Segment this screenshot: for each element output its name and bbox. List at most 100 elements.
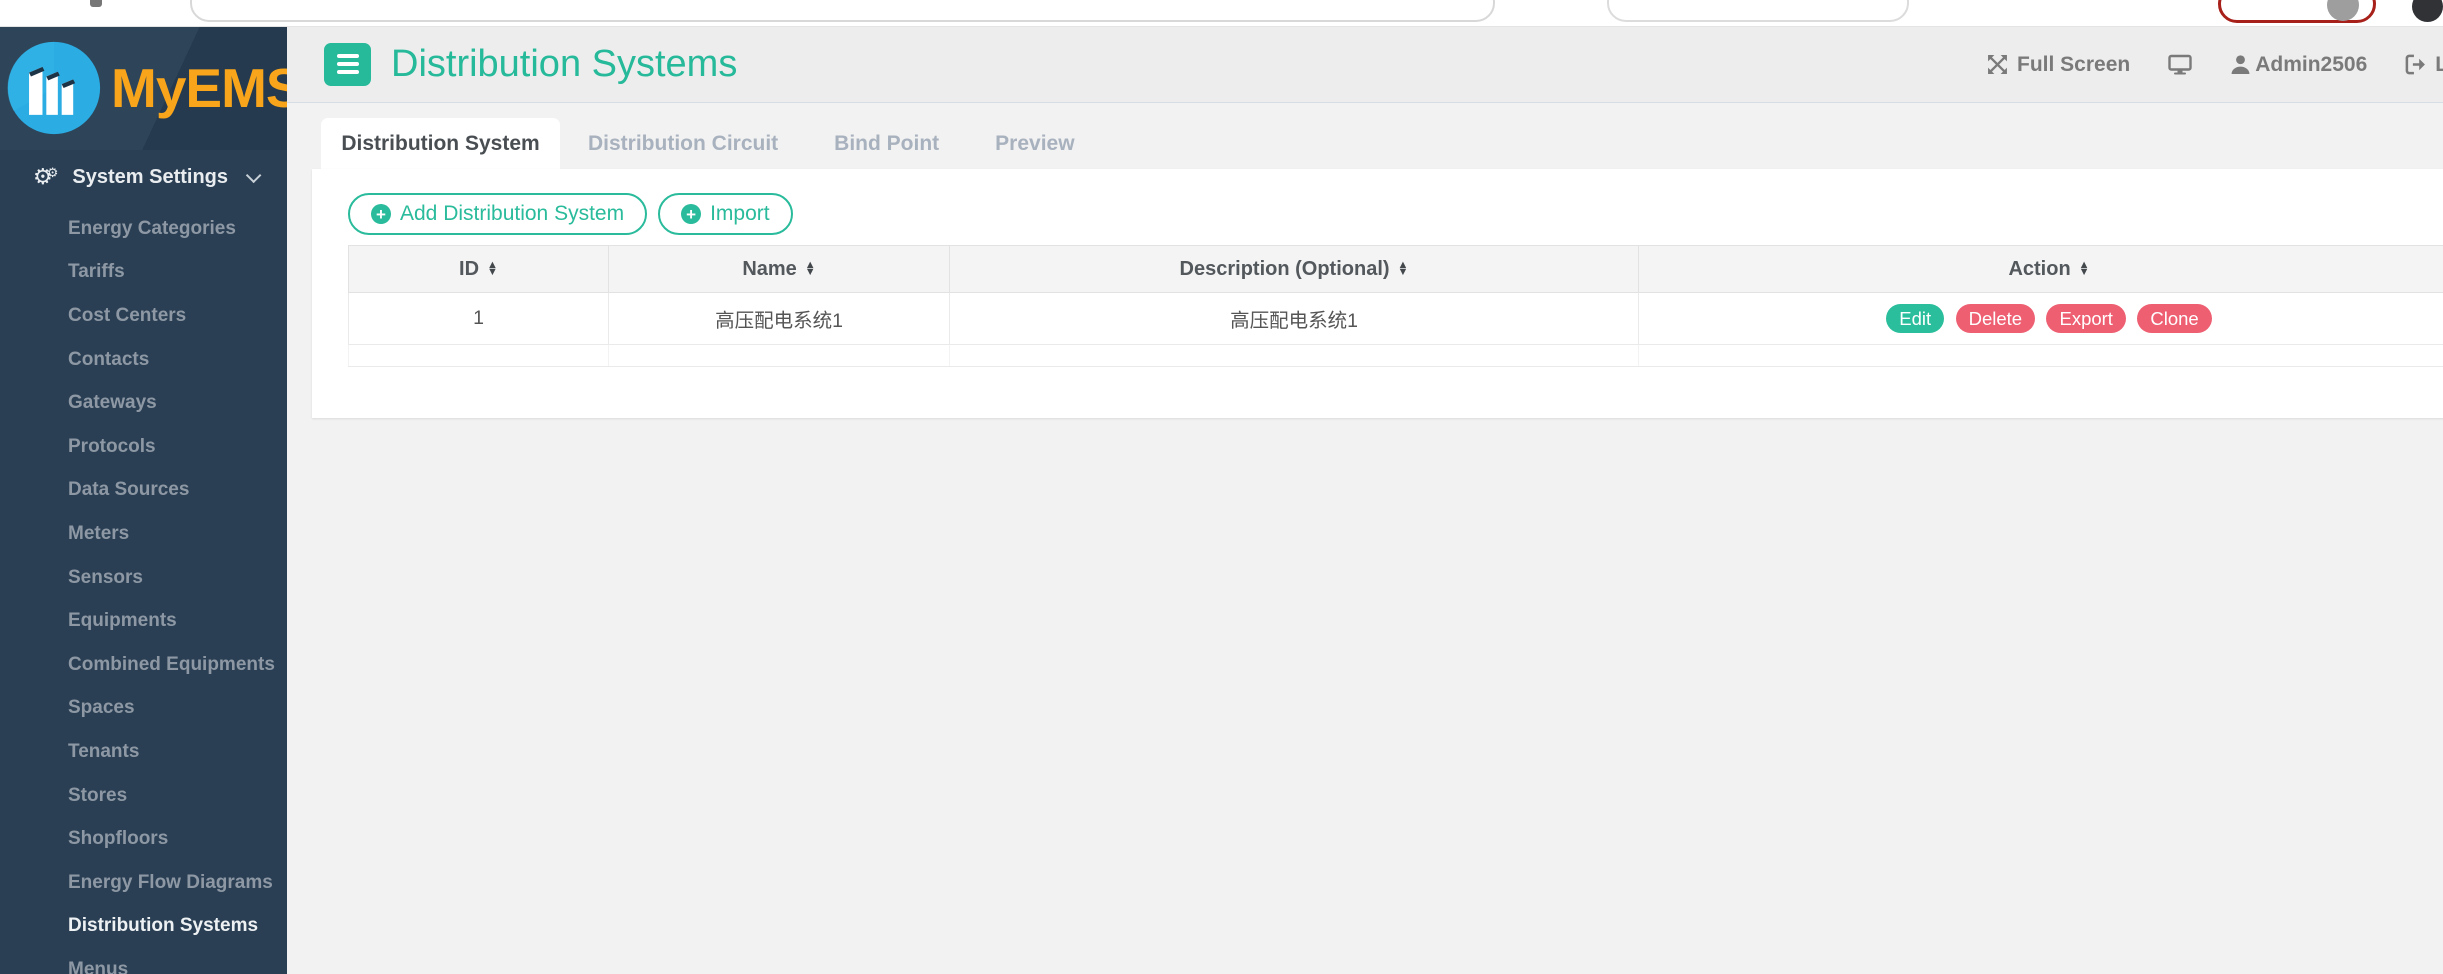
browser-chrome (0, 0, 2443, 27)
chevron-down-icon (246, 167, 262, 183)
hamburger-icon (337, 54, 359, 58)
edit-button[interactable]: Edit (1886, 304, 1944, 333)
sidebar-item-energy-flow-diagrams[interactable]: Energy Flow Diagrams (0, 861, 287, 905)
import-button[interactable]: Import (658, 193, 793, 235)
browser-address-bar[interactable] (190, 0, 1495, 22)
table-row: 1 高压配电系统1 高压配电系统1 Edit Delete Export Clo… (349, 293, 2443, 345)
sidebar-item-spaces[interactable]: Spaces (0, 687, 287, 731)
sidebar-item-label: Protocols (68, 436, 156, 458)
top-nav: Distribution Systems Full Screen (287, 26, 2443, 103)
myems-logo-icon (6, 40, 102, 136)
tab-distribution-circuit[interactable]: Distribution Circuit (560, 118, 806, 169)
sidebar-item-label: Data Sources (68, 479, 189, 501)
delete-button[interactable]: Delete (1956, 304, 2035, 333)
browser-account-icon[interactable] (2412, 0, 2443, 22)
sidebar-item-label: Combined Equipments (68, 654, 275, 676)
tab-label: Distribution Circuit (588, 132, 778, 156)
logout-button[interactable]: Logout (2405, 53, 2443, 77)
sidebar-item-label: Cost Centers (68, 305, 186, 327)
add-distribution-system-button[interactable]: Add Distribution System (348, 193, 647, 235)
sort-icon (2079, 262, 2090, 275)
top-nav-actions: Full Screen Admin2506 (1987, 26, 2443, 103)
content-card: Add Distribution System Import ID Name D… (312, 169, 2443, 418)
logout-label: Logout (2435, 53, 2443, 77)
sidebar-item-contacts[interactable]: Contacts (0, 338, 287, 382)
monitor-icon (2168, 54, 2192, 75)
cell-description: 高压配电系统1 (950, 293, 1639, 345)
tab-bar: Distribution System Distribution Circuit… (321, 118, 1103, 169)
sidebar-item-cost-centers[interactable]: Cost Centers (0, 294, 287, 338)
user-menu[interactable]: Admin2506 (2230, 53, 2367, 77)
plus-circle-icon (681, 204, 701, 224)
menu-toggle-button[interactable] (324, 43, 371, 86)
table-header-row: ID Name Description (Optional) Action (349, 246, 2443, 293)
expand-icon (1987, 54, 2008, 75)
column-label: Action (2008, 258, 2070, 281)
fullscreen-label: Full Screen (2017, 53, 2130, 77)
sort-icon (805, 262, 816, 275)
sidebar-item-energy-categories[interactable]: Energy Categories (0, 207, 287, 251)
tab-distribution-system[interactable]: Distribution System (321, 118, 560, 169)
column-label: Name (742, 258, 796, 281)
sidebar-item-label: Menus (68, 959, 128, 974)
sidebar-item-protocols[interactable]: Protocols (0, 425, 287, 469)
fullscreen-button[interactable]: Full Screen (1987, 53, 2130, 77)
logo[interactable]: MyEMS (0, 26, 287, 150)
monitor-button[interactable] (2168, 54, 2192, 75)
sort-icon (1398, 262, 1409, 275)
table-container: ID Name Description (Optional) Action 1 … (348, 245, 2443, 367)
export-button[interactable]: Export (2046, 304, 2125, 333)
sidebar: MyEMS ⚙⚙ System Settings Energy Categori… (0, 26, 287, 974)
sidebar-item-label: Sensors (68, 567, 143, 589)
cell-id: 1 (349, 293, 609, 345)
cogs-icon: ⚙⚙ (33, 166, 58, 188)
tab-label: Distribution System (341, 132, 539, 156)
column-label: ID (459, 258, 479, 281)
column-header-description[interactable]: Description (Optional) (950, 246, 1639, 293)
sidebar-item-label: Distribution Systems (68, 915, 258, 937)
sidebar-item-sensors[interactable]: Sensors (0, 556, 287, 600)
sidebar-item-label: Tariffs (68, 261, 125, 283)
sign-out-icon (2405, 54, 2426, 75)
page-title: Distribution Systems (391, 43, 737, 86)
sidebar-menu: Energy Categories Tariffs Cost Centers C… (0, 207, 287, 974)
column-header-id[interactable]: ID (349, 246, 609, 293)
sidebar-item-stores[interactable]: Stores (0, 774, 287, 818)
logo-text: MyEMS (111, 56, 287, 120)
tab-preview[interactable]: Preview (967, 118, 1102, 169)
import-button-label: Import (710, 202, 770, 226)
cell-name: 高压配电系统1 (609, 293, 950, 345)
empty-row (349, 345, 2443, 367)
sidebar-item-gateways[interactable]: Gateways (0, 381, 287, 425)
sidebar-item-distribution-systems[interactable]: Distribution Systems (0, 905, 287, 949)
sidebar-item-label: Contacts (68, 349, 149, 371)
sidebar-section-label: System Settings (72, 166, 228, 189)
tab-label: Preview (995, 132, 1074, 156)
sidebar-item-combined-equipments[interactable]: Combined Equipments (0, 643, 287, 687)
browser-extension-icon[interactable] (90, 0, 102, 7)
sidebar-item-shopfloors[interactable]: Shopfloors (0, 817, 287, 861)
sidebar-item-meters[interactable]: Meters (0, 512, 287, 556)
tab-bind-point[interactable]: Bind Point (806, 118, 967, 169)
sidebar-item-menus[interactable]: Menus (0, 948, 287, 974)
sidebar-item-label: Tenants (68, 741, 139, 763)
distribution-systems-table: ID Name Description (Optional) Action 1 … (348, 245, 2443, 367)
toolbar: Add Distribution System Import (312, 169, 2443, 235)
user-icon (2230, 54, 2251, 75)
sidebar-item-label: Stores (68, 785, 127, 807)
add-button-label: Add Distribution System (400, 202, 624, 226)
browser-secondary-bar[interactable] (1607, 0, 1909, 22)
column-header-action[interactable]: Action (1639, 246, 2443, 293)
cell-actions: Edit Delete Export Clone (1639, 293, 2443, 345)
sidebar-item-tariffs[interactable]: Tariffs (0, 251, 287, 295)
sidebar-item-label: Equipments (68, 610, 177, 632)
sidebar-item-data-sources[interactable]: Data Sources (0, 469, 287, 513)
column-header-name[interactable]: Name (609, 246, 950, 293)
sidebar-item-label: Energy Flow Diagrams (68, 872, 273, 894)
sidebar-item-equipments[interactable]: Equipments (0, 599, 287, 643)
sidebar-item-label: Energy Categories (68, 218, 236, 240)
sidebar-item-tenants[interactable]: Tenants (0, 730, 287, 774)
clone-button[interactable]: Clone (2137, 304, 2211, 333)
sidebar-section-system-settings[interactable]: ⚙⚙ System Settings (0, 152, 287, 202)
column-label: Description (Optional) (1180, 258, 1390, 281)
